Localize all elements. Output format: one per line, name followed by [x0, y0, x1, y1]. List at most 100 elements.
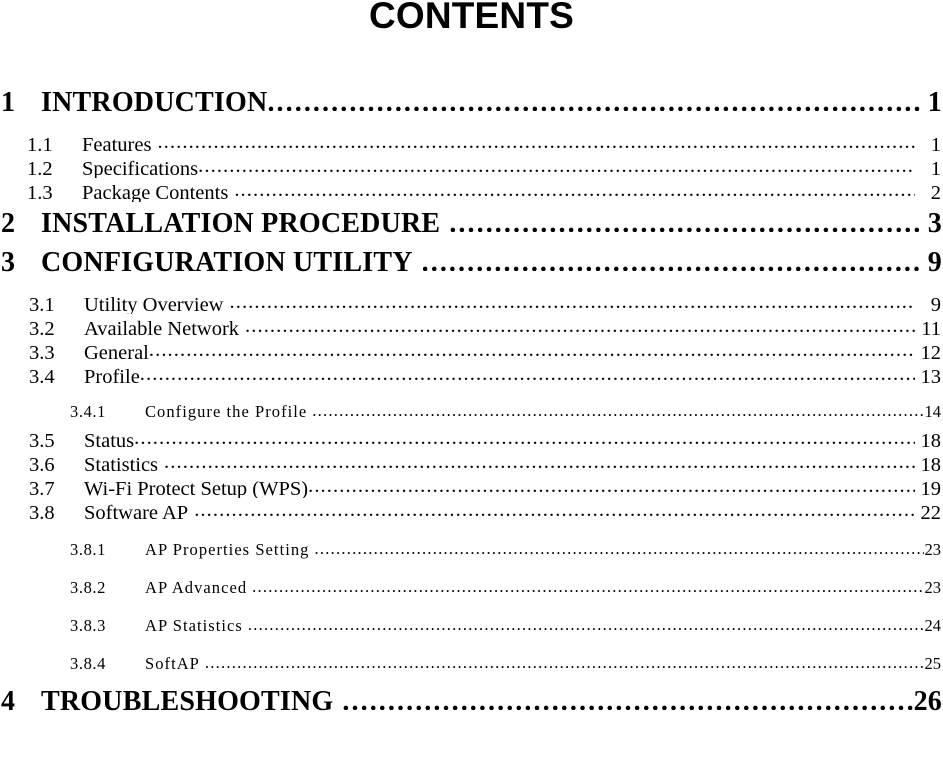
- dot-leader: [230, 290, 916, 311]
- toc-entry-page: 14: [924, 401, 942, 421]
- toc-entry-page: 1: [930, 157, 941, 179]
- toc-entry-number: 1.2: [27, 157, 53, 179]
- toc-entry-page: 25: [924, 653, 942, 673]
- toc-entry-number: 4: [1, 686, 16, 717]
- dot-leader: [314, 538, 924, 555]
- toc-entry-number: 3.7: [29, 477, 55, 499]
- toc-entry-number: 1.3: [27, 181, 53, 203]
- toc-entry-level1[interactable]: 2 INSTALLATION PROCEDURE 3: [0, 204, 943, 243]
- toc-entry-page: 24: [924, 615, 942, 635]
- dot-leader: [449, 204, 923, 232]
- toc-entry-number: 1.1: [27, 133, 53, 155]
- dot-leader: [149, 338, 915, 359]
- toc-entry-level2[interactable]: 3.6 Statistics 18: [0, 450, 943, 474]
- dot-leader: [205, 652, 924, 669]
- toc-entry-level3[interactable]: 3.8.4 SoftAP 25: [0, 652, 943, 674]
- toc-entry-number: 3.8.3: [70, 615, 106, 635]
- toc-entry-page: 19: [920, 477, 942, 499]
- dot-leader: [134, 426, 914, 447]
- toc-entry-label: Specifications: [82, 157, 199, 179]
- toc-entry-level2[interactable]: 3.1 Utility Overview 9: [0, 290, 943, 314]
- toc-entry-label: Package Contents: [82, 181, 229, 203]
- toc-entry-label: Features: [82, 133, 152, 155]
- dot-leader: [198, 154, 915, 175]
- toc-entry-level3[interactable]: 3.4.1 Configure the Profile 14: [0, 400, 943, 422]
- toc-entry-page: 3: [927, 208, 942, 239]
- dot-leader: [157, 130, 915, 151]
- toc-entry-level3[interactable]: 3.8.1 AP Properties Setting 23: [0, 538, 943, 560]
- toc-entry-number: 3.1: [29, 293, 55, 315]
- toc-entry-label: AP Properties Setting: [145, 539, 310, 559]
- toc-entry-label: Available Network: [84, 317, 240, 339]
- page-title: CONTENTS: [368, 0, 575, 36]
- toc-entry-number: 3.6: [29, 453, 55, 475]
- toc-entry-level1[interactable]: 1 INTRODUCTION 1: [0, 83, 943, 122]
- toc-entry-page: 1: [930, 133, 941, 155]
- toc-entry-number: 3.5: [29, 429, 55, 451]
- toc-entry-page: 13: [920, 365, 942, 387]
- dot-leader: [252, 576, 924, 593]
- toc-entry-level2[interactable]: 3.2 Available Network 11: [0, 314, 943, 338]
- toc-entry-level2[interactable]: 3.4 Profile 13: [0, 362, 943, 386]
- dot-leader: [422, 243, 923, 271]
- dot-leader: [312, 400, 924, 417]
- toc-entry-level2[interactable]: 3.7 Wi-Fi Protect Setup (WPS) 19: [0, 474, 943, 498]
- toc-entry-page: 18: [920, 453, 942, 475]
- toc-entry-page: 22: [920, 501, 942, 523]
- toc-entry-number: 3: [1, 247, 16, 278]
- toc-entry-level2[interactable]: 3.8 Software AP 22: [0, 498, 943, 522]
- toc-entry-level3[interactable]: 3.8.2 AP Advanced 23: [0, 576, 943, 598]
- toc-entry-page: 26: [913, 686, 942, 717]
- toc-entry-level2[interactable]: 1.2 Specifications 1: [0, 154, 943, 178]
- dot-leader: [342, 682, 913, 710]
- toc-entry-label: General: [84, 341, 149, 363]
- dot-leader: [308, 474, 914, 495]
- toc-entry-label: INTRODUCTION: [41, 87, 268, 118]
- dot-leader: [267, 83, 923, 111]
- toc-entry-level3[interactable]: 3.8.3 AP Statistics 24: [0, 614, 943, 636]
- toc-entry-level1[interactable]: 3 CONFIGURATION UTILITY 9: [0, 243, 943, 282]
- toc-entry-label: Status: [84, 429, 135, 451]
- toc-entry-page: 2: [930, 181, 941, 203]
- toc-entry-number: 3.8.2: [70, 577, 106, 597]
- toc-entry-number: 1: [1, 87, 16, 118]
- dot-leader: [140, 362, 915, 383]
- toc-entry-page: 9: [927, 247, 942, 278]
- toc-entry-number: 3.8.4: [70, 653, 106, 673]
- toc-entry-page: 23: [924, 577, 942, 597]
- toc-entry-page: 23: [924, 539, 942, 559]
- toc-entry-label: Utility Overview: [84, 293, 224, 315]
- dot-leader: [164, 450, 914, 471]
- toc-entry-label: Statistics: [84, 453, 159, 475]
- dot-leader: [194, 498, 914, 519]
- table-of-contents: 1 INTRODUCTION 1 1.1 Features 1 1.2 Spec…: [0, 83, 943, 721]
- toc-entry-page: 1: [927, 87, 942, 118]
- toc-entry-label: AP Statistics: [145, 615, 243, 635]
- toc-entry-page: 11: [921, 317, 941, 339]
- toc-entry-label: Software AP: [84, 501, 189, 523]
- toc-entry-level2[interactable]: 3.3 General 12: [0, 338, 943, 362]
- toc-entry-number: 3.3: [29, 341, 55, 363]
- toc-entry-label: TROUBLESHOOTING: [41, 686, 334, 717]
- toc-entry-label: AP Advanced: [145, 577, 248, 597]
- dot-leader: [248, 614, 924, 631]
- toc-entry-page: 9: [930, 293, 941, 315]
- toc-entry-label: SoftAP: [145, 653, 200, 673]
- document-page: CONTENTS 1 INTRODUCTION 1 1.1 Features 1…: [0, 0, 943, 783]
- toc-entry-label: Wi-Fi Protect Setup (WPS): [84, 477, 309, 499]
- toc-entry-page: 12: [920, 341, 942, 363]
- toc-entry-number: 3.4.1: [70, 401, 106, 421]
- dot-leader: [245, 314, 915, 335]
- toc-entry-level2[interactable]: 1.3 Package Contents 2: [0, 178, 943, 202]
- toc-entry-number: 3.2: [29, 317, 55, 339]
- toc-entry-label: INSTALLATION PROCEDURE: [41, 208, 441, 239]
- toc-entry-level2[interactable]: 1.1 Features 1: [0, 130, 943, 154]
- toc-entry-number: 3.8: [29, 501, 55, 523]
- toc-entry-label: Configure the Profile: [145, 401, 308, 421]
- toc-entry-number: 2: [1, 208, 16, 239]
- toc-entry-level1[interactable]: 4 TROUBLESHOOTING 26: [0, 682, 943, 721]
- toc-entry-label: Profile: [84, 365, 140, 387]
- toc-entry-level2[interactable]: 3.5 Status 18: [0, 426, 943, 450]
- dot-leader: [234, 178, 915, 199]
- toc-entry-number: 3.4: [29, 365, 55, 387]
